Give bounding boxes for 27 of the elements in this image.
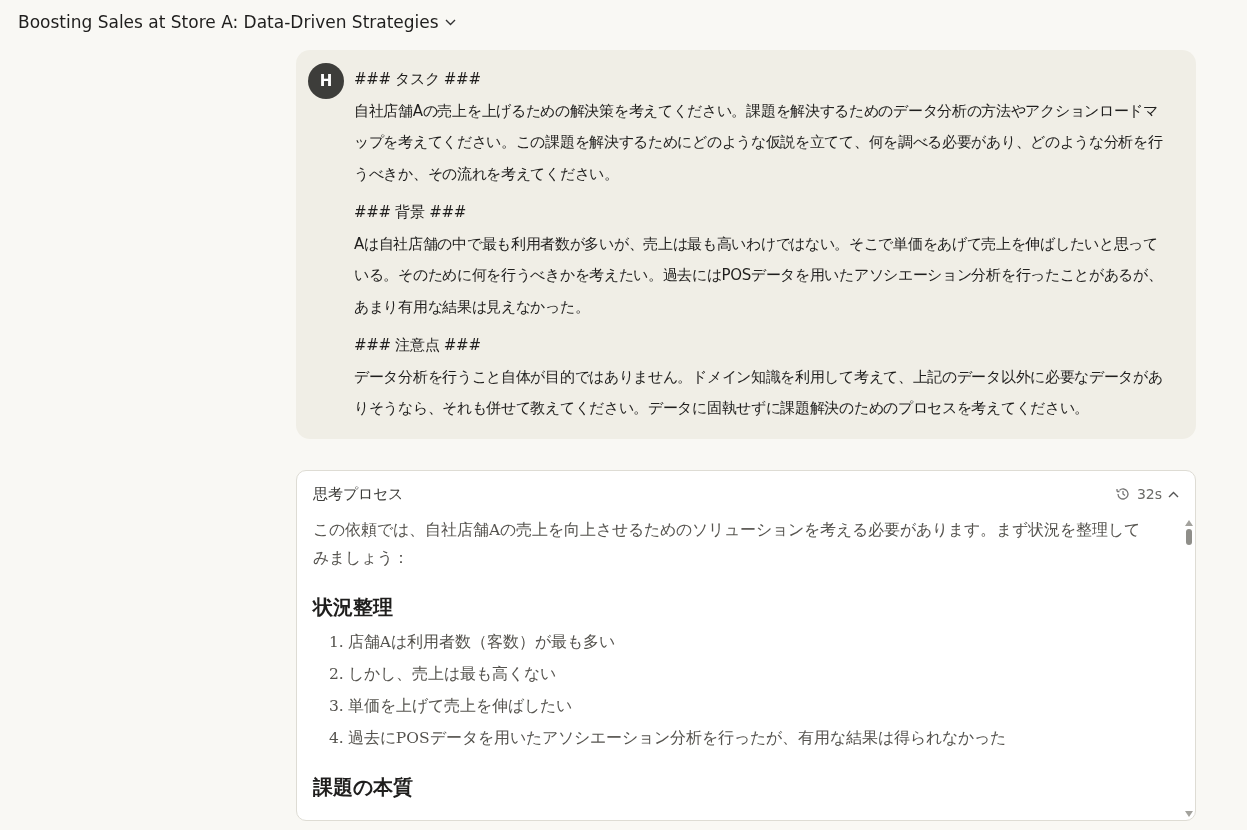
- thinking-label[interactable]: 思考プロセス: [313, 484, 1115, 504]
- list-number: 1.: [329, 631, 344, 653]
- clock-icon: [1114, 486, 1131, 502]
- list-number: 2.: [329, 663, 344, 685]
- chevron-down-icon[interactable]: [444, 19, 456, 26]
- scroll-up-icon[interactable]: [1185, 519, 1193, 526]
- section-heading: ### タスク ###: [354, 69, 482, 90]
- message-paragraph: Aは自社店舗の中で最も利用者数が多いが、売上は最も高いわけではない。そこで単価をあげて売上を伸ばしたいと思っている。そのために何を行うべきかを考えたい。過去にはPOSデータを用いたアソシエーション分析を行ったことがあるが、あまり有用な結果は見えなかった。: [354, 233, 1164, 318]
- message-paragraph: データ分析を行うこと自体が目的ではありません。ドメイン知識を利用して考えて、上記のデータ以外に必要なデータがありそうなら、それも併せて教えてください。データに固執せずに課題解決のためのプロセスを考えてください。: [354, 366, 1164, 419]
- conversation-title[interactable]: Boosting Sales at Store A: Data-Driven Strategies: [18, 11, 439, 32]
- thinking-heading: 状況整理: [313, 593, 394, 621]
- list-item-text: しかし、売上は最も高くない: [347, 663, 556, 685]
- list-item-text: 単価を上げて売上を伸ばしたい: [347, 695, 572, 717]
- thinking-paragraph: この依頼では、自社店舗Aの売上を向上させるためのソリューションを考える必要があります。まず状況を整理してみましょう：: [313, 519, 1142, 569]
- list-number: 3.: [329, 695, 344, 717]
- list-item-text: 店舗Aは利用者数（客数）が最も多い: [347, 631, 615, 653]
- chevron-up-icon[interactable]: [1168, 490, 1179, 498]
- scroll-down-icon[interactable]: [1185, 810, 1193, 817]
- section-heading: ### 背景 ###: [354, 202, 467, 223]
- scrollbar-thumb[interactable]: [1186, 528, 1192, 545]
- user-avatar: H: [308, 63, 344, 99]
- message-paragraph: 自社店舗Aの売上を上げるための解決策を考えてください。課題を解決するためのデータ分析の方法やアクションロードマップを考えてください。この課題を解決するためにどのような仮説を立てて、何を調べる必要があり、どのような分析を行うべきか、その流れを考えてください。: [354, 100, 1164, 185]
- list-item-text: 過去にPOSデータを用いたアソシエーション分析を行ったが、有用な結果は得られなかった: [347, 727, 1006, 749]
- section-heading: ### 注意点 ###: [354, 335, 482, 356]
- thinking-heading: 課題の本質: [313, 773, 414, 801]
- thinking-duration: 32s: [1136, 486, 1162, 502]
- list-number: 4.: [329, 727, 344, 749]
